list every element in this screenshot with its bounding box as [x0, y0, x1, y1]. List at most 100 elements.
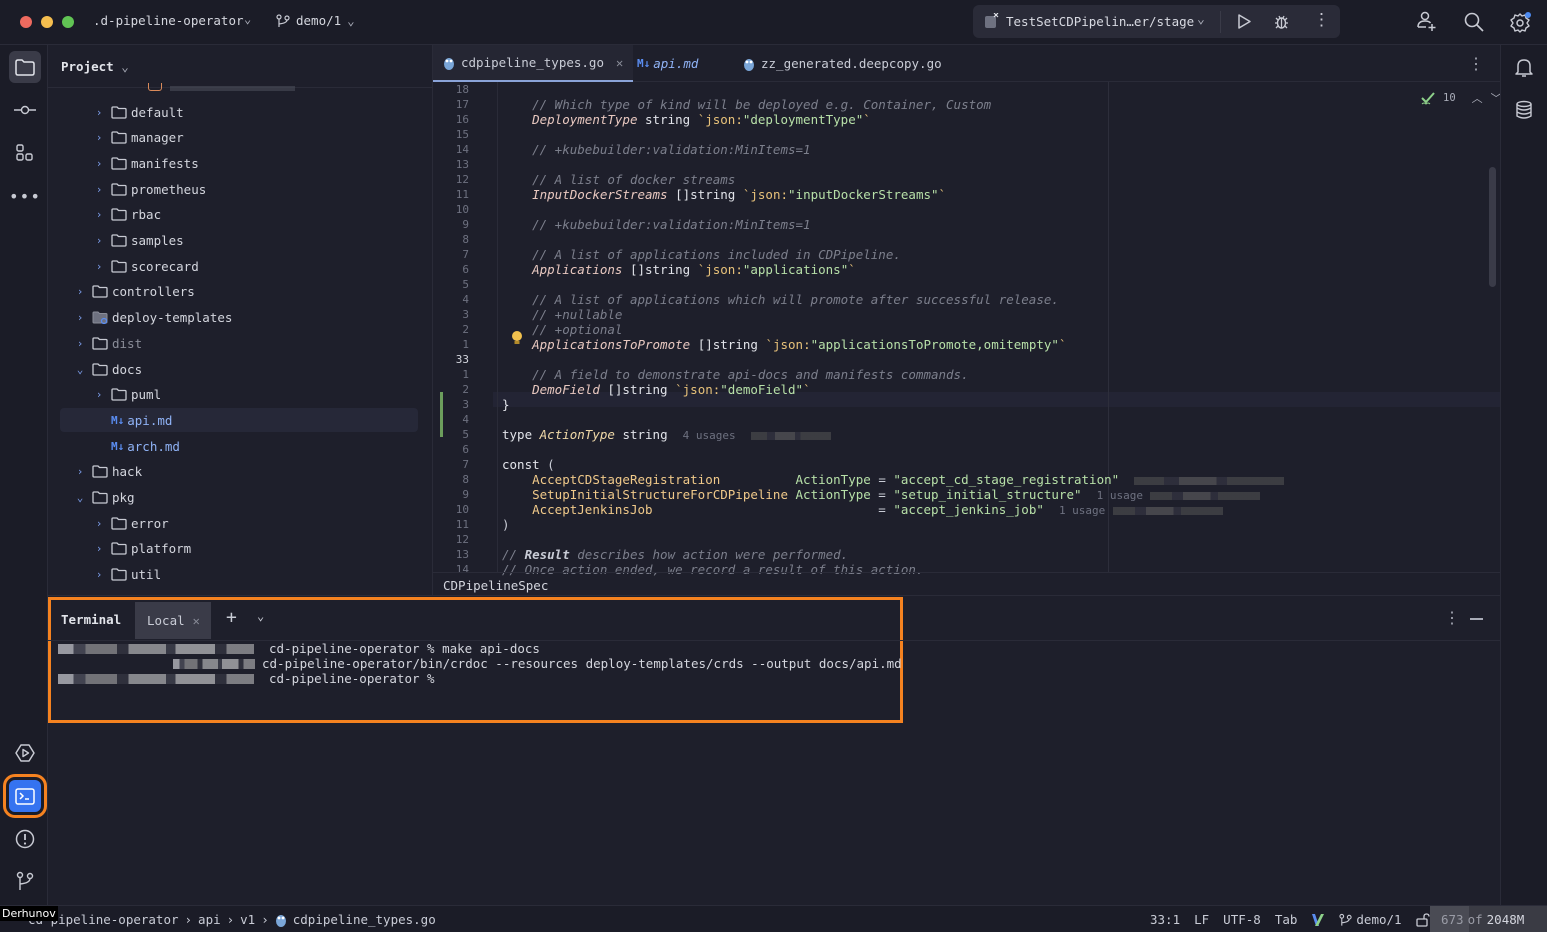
services-tool-button[interactable]: [9, 737, 41, 769]
chevron-right-icon[interactable]: ›: [91, 234, 107, 247]
chevron-right-icon[interactable]: ›: [91, 183, 107, 196]
tab-cdpipeline-types-go[interactable]: cdpipeline_types.go ✕: [433, 45, 633, 82]
chevron-right-icon[interactable]: ›: [91, 106, 107, 119]
add-user-icon[interactable]: [1417, 11, 1437, 32]
tab-zz-generated-deepcopy-go[interactable]: zz_generated.deepcopy.go: [743, 45, 942, 82]
tab-api-md[interactable]: M↓ api.md: [637, 45, 698, 82]
chevron-right-icon[interactable]: ›: [91, 157, 107, 170]
tree-item-manager[interactable]: › manager: [91, 126, 184, 150]
chevron-right-icon[interactable]: ›: [91, 542, 107, 555]
tree-item-arch-md[interactable]: M↓ arch.md: [91, 434, 180, 458]
window-maximize-button[interactable]: [62, 16, 74, 28]
tree-item-manifests[interactable]: › manifests: [91, 151, 199, 175]
git-tool-button[interactable]: [9, 865, 41, 897]
terminal-tab-local[interactable]: Local ✕: [135, 602, 211, 639]
vcs-branch-widget[interactable]: demo/1 ⌄: [276, 13, 355, 28]
chevron-right-icon[interactable]: ›: [72, 285, 88, 298]
indent-setting[interactable]: Tab: [1275, 912, 1298, 927]
window-close-button[interactable]: [20, 16, 32, 28]
tree-item-error[interactable]: › error: [91, 511, 169, 535]
run-icon[interactable]: [1236, 13, 1252, 30]
line-number-gutter: 18 17 16 15 14 13 12 11 10 9 8 7 6 5 4 3 2 1 33 1 2 3 4 5 6 7 8 9 10…: [433, 82, 493, 576]
tree-item-deploy-templates[interactable]: › deploy-templates: [72, 306, 233, 330]
folder-icon: [92, 285, 108, 299]
run-configuration-widget[interactable]: TestSetCDPipelin…er/stage ⌄ ⋮: [973, 5, 1340, 38]
chevron-down-icon[interactable]: ⌄: [72, 491, 88, 504]
close-icon[interactable]: ✕: [616, 56, 623, 70]
chevron-down-icon[interactable]: ⌄: [72, 363, 88, 376]
more-vert-icon[interactable]: ⋮: [1313, 10, 1330, 30]
tree-item-dist[interactable]: › dist: [72, 331, 142, 355]
chevron-right-icon[interactable]: ›: [91, 517, 107, 530]
more-vert-icon[interactable]: ⋮: [1444, 608, 1460, 627]
search-icon[interactable]: [1464, 12, 1484, 32]
editor-scrollbar[interactable]: [1489, 167, 1496, 287]
file-encoding[interactable]: UTF-8: [1223, 912, 1261, 927]
tree-item-pkg[interactable]: ⌄ pkg: [72, 486, 135, 510]
tree-item-platform[interactable]: › platform: [91, 537, 192, 561]
new-terminal-plus-icon[interactable]: +: [226, 607, 237, 628]
breadcrumb-item[interactable]: cdpipeline_types.go: [293, 912, 436, 927]
project-view-selector[interactable]: Project ⌄: [61, 59, 129, 74]
tab-label: zz_generated.deepcopy.go: [761, 56, 942, 71]
lightbulb-icon[interactable]: [511, 330, 523, 346]
chevron-right-icon[interactable]: ›: [91, 208, 107, 221]
chevron-down-icon[interactable]: ⌄: [1197, 12, 1205, 27]
chevron-right-icon[interactable]: ›: [91, 131, 107, 144]
database-icon[interactable]: [1515, 100, 1533, 120]
code-line: DemoField []string `json:"demoField"`: [532, 382, 811, 397]
terminal-tool-button[interactable]: [3, 774, 47, 818]
breadcrumb-item[interactable]: api: [198, 912, 221, 927]
tree-item-hack[interactable]: › hack: [72, 460, 142, 484]
tree-item-util[interactable]: › util: [91, 563, 161, 587]
more-horiz-icon[interactable]: •••: [9, 180, 41, 212]
chevron-up-icon[interactable]: ︿: [1472, 90, 1483, 106]
tree-item-prometheus[interactable]: › prometheus: [91, 177, 207, 201]
line-number: 10: [455, 203, 469, 216]
tree-item-docs[interactable]: ⌄ docs: [72, 357, 142, 381]
vcs-branch-status[interactable]: demo/1: [1339, 912, 1402, 927]
breadcrumb-item[interactable]: v1: [240, 912, 255, 927]
inspection-widget[interactable]: 10 ︿ ﹀: [1421, 90, 1502, 106]
unlock-icon[interactable]: [1415, 912, 1430, 927]
tree-item-rbac[interactable]: › rbac: [91, 203, 161, 227]
code-area[interactable]: // Which type of kind will be deployed e…: [502, 82, 1502, 577]
tree-item-default[interactable]: › default: [91, 100, 184, 124]
tree-item-puml[interactable]: › puml: [91, 383, 161, 407]
chevron-down-icon[interactable]: ⌄: [257, 609, 264, 623]
tree-item-scorecard[interactable]: › scorecard: [91, 254, 199, 278]
debug-icon[interactable]: [1273, 13, 1290, 30]
chevron-right-icon[interactable]: ›: [91, 260, 107, 273]
line-number: 11: [455, 518, 469, 531]
minimize-icon[interactable]: [1470, 618, 1483, 620]
caret-position[interactable]: 33:1: [1150, 912, 1180, 927]
line-number: 13: [455, 158, 469, 171]
project-name-widget[interactable]: .d-pipeline-operator: [93, 13, 244, 28]
structure-tool-button[interactable]: [9, 137, 41, 169]
notifications-icon[interactable]: [1514, 57, 1534, 79]
line-separator[interactable]: LF: [1194, 912, 1209, 927]
chevron-right-icon[interactable]: ›: [72, 465, 88, 478]
structure-breadcrumb[interactable]: CDPipelineSpec: [433, 572, 1500, 595]
chevron-right-icon[interactable]: ›: [72, 311, 88, 324]
chevron-right-icon[interactable]: ›: [91, 388, 107, 401]
status-bar: cd-pipeline-operator › api › v1 › cdpipe…: [0, 905, 1547, 932]
right-tool-strip: [1500, 45, 1547, 905]
tree-item-api-md[interactable]: M↓ api.md: [60, 408, 418, 433]
problems-tool-button[interactable]: [9, 823, 41, 855]
branch-name: demo/1: [1356, 912, 1402, 927]
commit-tool-button[interactable]: [9, 94, 41, 126]
chevron-down-icon[interactable]: ⌄: [244, 12, 251, 26]
more-vert-icon[interactable]: ⋮: [1468, 54, 1484, 73]
tree-item-controllers[interactable]: › controllers: [72, 280, 195, 304]
chevron-right-icon[interactable]: ›: [72, 337, 88, 350]
chevron-right-icon[interactable]: ›: [91, 568, 107, 581]
close-icon[interactable]: ✕: [193, 614, 200, 628]
project-tool-button[interactable]: [9, 51, 41, 83]
memory-indicator[interactable]: 673 of 2048M: [1430, 906, 1547, 932]
vim-plugin-icon[interactable]: [1311, 913, 1325, 927]
window-minimize-button[interactable]: [41, 16, 53, 28]
tree-item-samples[interactable]: › samples: [91, 229, 184, 253]
code-line: // Result describes how action were perf…: [502, 547, 849, 562]
settings-icon[interactable]: [1510, 11, 1532, 33]
